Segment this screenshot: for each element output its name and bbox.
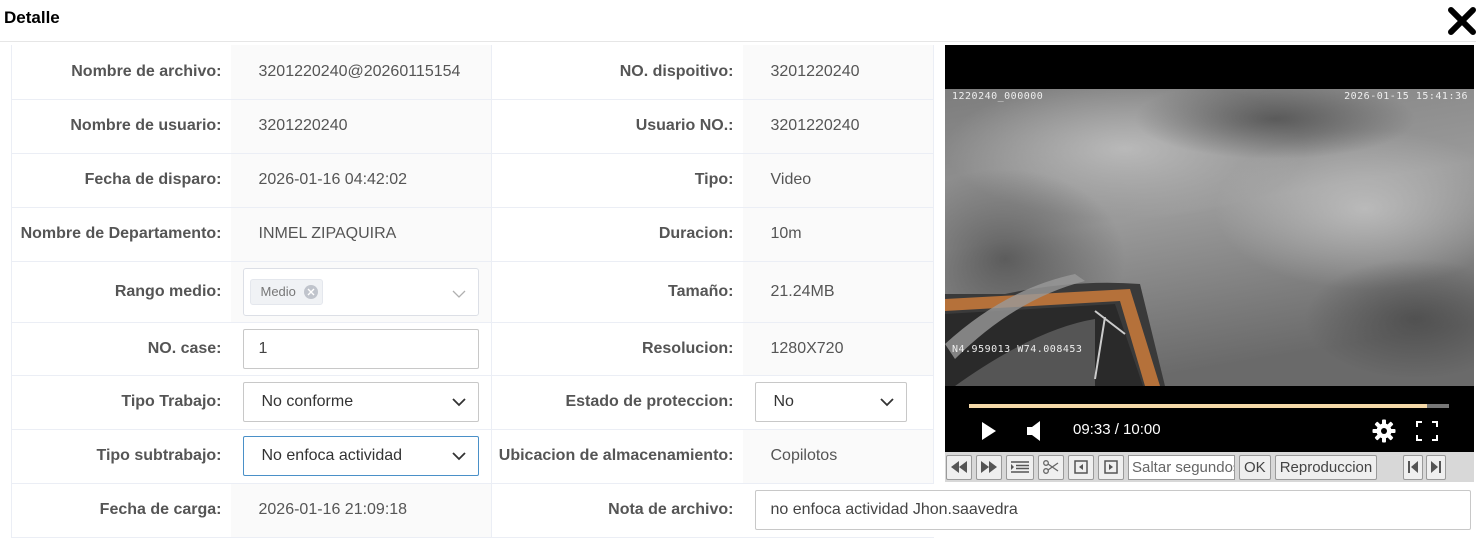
work-type-select[interactable]: No conforme — [242, 382, 479, 422]
label-trigger-date: Fecha de disparo: — [11, 153, 231, 208]
next-frame-icon — [1104, 460, 1118, 474]
value-username: 3201220240 — [230, 99, 492, 154]
label-resolution: Resolucion: — [491, 322, 743, 376]
value-filename: 3201220240@20260115154 — [230, 45, 492, 100]
form-row-case: NO. case: 1 Resolucion: 1280X720 — [11, 322, 934, 376]
form-row-trigger-date: Fecha de disparo: 2026-01-16 04:42:02 Ti… — [11, 153, 934, 208]
skip-end-button[interactable] — [1426, 454, 1447, 480]
subwork-type-select[interactable]: No enfoca actividad — [242, 436, 479, 476]
fast-forward-icon — [981, 461, 997, 473]
value-size: 21.24MB — [742, 261, 934, 323]
remove-tag-icon[interactable] — [303, 284, 318, 299]
note-input[interactable]: no enfoca actividad Jhon.saavedra — [754, 490, 1471, 530]
osd-gps: N4.959013 W74.008453 — [952, 344, 1083, 355]
case-input[interactable]: 1 — [242, 328, 479, 369]
value-duration: 10m — [742, 207, 934, 262]
label-storage: Ubicacion de almacenamiento: — [491, 429, 743, 484]
video-frame: 1220240_000000 2026-01-15 15:41:36 N4.95… — [945, 89, 1474, 386]
play-icon[interactable] — [981, 421, 997, 446]
chevron-down-icon — [879, 398, 894, 407]
label-upload-date: Fecha de carga: — [11, 483, 231, 538]
form-row-department: Nombre de Departamento: INMEL ZIPAQUIRA … — [11, 207, 934, 262]
osd-timestamp: 2026-01-15 15:41:36 — [1344, 91, 1468, 102]
osd-device-id: 1220240_000000 — [952, 91, 1044, 102]
label-filename: Nombre de archivo: — [11, 45, 231, 100]
fast-forward-button[interactable] — [976, 454, 1002, 480]
form-row-work-type: Tipo Trabajo: No conforme Estado de prot… — [11, 375, 934, 430]
fullscreen-icon[interactable] — [1416, 421, 1438, 446]
chevron-down-icon — [452, 286, 466, 304]
range-tag: Medio — [249, 278, 323, 305]
label-duration: Duracion: — [491, 207, 743, 262]
next-frame-button[interactable] — [1098, 454, 1124, 480]
label-username: Nombre de usuario: — [11, 99, 231, 154]
playback-button[interactable]: Reproduccion — [1274, 454, 1378, 480]
dialog-header: Detalle — [0, 0, 1476, 42]
label-device-no: NO. dispoitivo: — [491, 45, 743, 100]
subwork-type-value: No enfoca actividad — [261, 447, 403, 464]
label-range: Rango medio: — [11, 261, 231, 323]
player-toolbar: Saltar segundos OK Reproduccion — [945, 452, 1474, 482]
protection-select[interactable]: No — [754, 382, 907, 422]
label-department: Nombre de Departamento: — [11, 207, 231, 262]
playlist-button[interactable] — [1006, 454, 1034, 480]
label-type: Tipo: — [491, 153, 743, 208]
label-case: NO. case: — [11, 322, 231, 376]
rewind-icon — [951, 461, 967, 473]
clip-button[interactable] — [1038, 454, 1064, 480]
value-storage: Copilotos — [742, 429, 934, 484]
form-row-subwork-type: Tipo subtrabajo: No enfoca actividad Ubi… — [11, 429, 934, 484]
work-type-value: No conforme — [261, 393, 354, 410]
seek-ok-button[interactable]: OK — [1239, 454, 1271, 480]
value-type: Video — [742, 153, 934, 208]
detail-form: Nombre de archivo: 3201220240@2026011515… — [11, 45, 1471, 538]
label-user-no: Usuario NO.: — [491, 99, 743, 154]
seek-seconds-input[interactable]: Saltar segundos — [1128, 454, 1235, 480]
label-work-type: Tipo Trabajo: — [11, 375, 231, 430]
gear-icon[interactable] — [1372, 419, 1396, 448]
chevron-down-icon — [452, 452, 466, 461]
prev-frame-button[interactable] — [1068, 454, 1094, 480]
video-time: 09:33 / 10:00 — [1073, 421, 1161, 438]
form-row-username: Nombre de usuario: 3201220240 Usuario NO… — [11, 99, 934, 154]
value-resolution: 1280X720 — [742, 322, 934, 376]
label-protection: Estado de proteccion: — [491, 375, 743, 430]
video-player[interactable]: 1220240_000000 2026-01-15 15:41:36 N4.95… — [945, 45, 1474, 452]
skip-start-button[interactable] — [1403, 454, 1424, 480]
scissors-icon — [1043, 460, 1059, 474]
value-device-no: 3201220240 — [742, 45, 934, 100]
close-icon[interactable] — [1448, 6, 1476, 36]
value-trigger-date: 2026-01-16 04:42:02 — [230, 153, 492, 208]
label-note: Nota de archivo: — [491, 483, 743, 538]
protection-value: No — [773, 393, 794, 410]
label-size: Tamaño: — [491, 261, 743, 323]
value-upload-date: 2026-01-16 21:09:18 — [230, 483, 492, 538]
video-progress-fill — [969, 404, 1428, 408]
volume-icon[interactable] — [1027, 421, 1041, 446]
range-multiselect[interactable]: Medio — [242, 267, 479, 316]
video-progress-bar[interactable] — [969, 404, 1449, 408]
range-tag-label: Medio — [260, 284, 296, 299]
skip-end-icon — [1431, 461, 1442, 473]
prev-frame-icon — [1074, 460, 1088, 474]
value-department: INMEL ZIPAQUIRA — [230, 207, 492, 262]
form-row-range: Rango medio: Medio Tamaño: 21.24MB — [11, 261, 934, 323]
skip-start-icon — [1408, 461, 1419, 473]
chevron-down-icon — [452, 398, 466, 407]
dialog-title: Detalle — [4, 8, 60, 27]
form-row-filename: Nombre de archivo: 3201220240@2026011515… — [11, 45, 934, 100]
form-row-upload-date: Fecha de carga: 2026-01-16 21:09:18 Nota… — [11, 483, 1471, 538]
list-icon — [1011, 461, 1029, 473]
rewind-button[interactable] — [946, 454, 972, 480]
label-subwork-type: Tipo subtrabajo: — [11, 429, 231, 484]
value-user-no: 3201220240 — [742, 99, 934, 154]
